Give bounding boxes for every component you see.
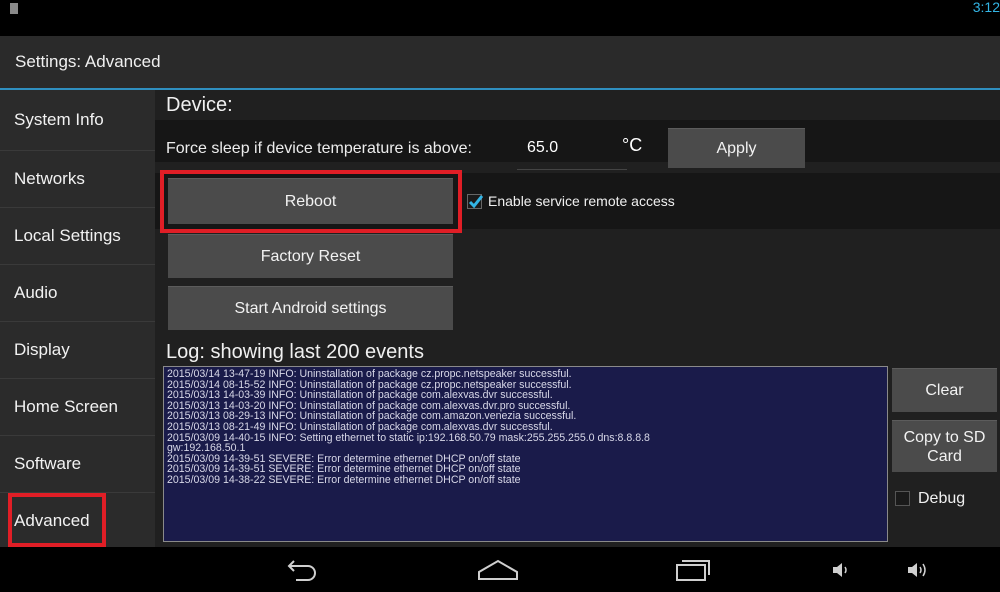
log-heading: Log: showing last 200 events: [166, 341, 424, 363]
sidebar-item-advanced[interactable]: Advanced: [0, 493, 155, 549]
temperature-unit: °C: [622, 135, 643, 155]
status-clock: 3:12: [972, 0, 1000, 15]
sidebar-item-label: Networks: [14, 169, 85, 188]
sidebar-item-label: Advanced: [14, 511, 90, 530]
clear-button-label: Clear: [925, 381, 964, 399]
back-icon[interactable]: [282, 558, 320, 582]
factory-reset-button-label: Factory Reset: [260, 247, 361, 265]
sidebar-item-audio[interactable]: Audio: [0, 265, 155, 322]
log-line: 2015/03/09 14-40-15 INFO: Setting ethern…: [167, 431, 650, 444]
log-line: 2015/03/13 08-21-49 INFO: Uninstallation…: [167, 420, 553, 433]
action-bar: Settings: Advanced: [0, 36, 1000, 90]
checkmark-icon: [468, 195, 484, 209]
page-title: Settings: Advanced: [15, 52, 161, 71]
android-settings-button[interactable]: Start Android settings: [168, 286, 453, 330]
sidebar-item-home-screen[interactable]: Home Screen: [0, 379, 155, 436]
sidebar-item-software[interactable]: Software: [0, 436, 155, 493]
volume-down-icon[interactable]: [830, 560, 852, 580]
remote-access-label: Enable service remote access: [488, 193, 675, 209]
sidebar-item-display[interactable]: Display: [0, 322, 155, 379]
sidebar-item-local-settings[interactable]: Local Settings: [0, 208, 155, 265]
home-icon[interactable]: [476, 558, 520, 582]
sidebar-item-label: System Info: [14, 110, 104, 129]
device-heading: Device:: [166, 94, 233, 116]
sidebar-item-label: Local Settings: [14, 226, 121, 245]
sidebar-item-system-info[interactable]: System Info: [0, 90, 155, 151]
highlight-box: [160, 170, 462, 233]
status-bar: 3:12: [0, 0, 1000, 36]
temperature-input-underline: [517, 169, 627, 170]
debug-label: Debug: [918, 490, 966, 507]
apply-button-label: Apply: [716, 139, 757, 157]
sd-card-icon: [10, 3, 18, 14]
debug-checkbox[interactable]: [895, 491, 910, 506]
log-textarea[interactable]: 2015/03/14 13-47-19 INFO: Uninstallation…: [163, 366, 888, 542]
clear-button[interactable]: Clear: [892, 368, 997, 412]
log-line: 2015/03/14 13-47-19 INFO: Uninstallation…: [167, 368, 572, 380]
apply-button[interactable]: Apply: [668, 128, 805, 168]
copy-label-line-2: Card: [927, 447, 962, 465]
copy-to-sd-button[interactable]: Copy to SD Card: [892, 420, 997, 472]
remote-access-checkbox[interactable]: [467, 194, 484, 209]
android-settings-button-label: Start Android settings: [234, 299, 387, 317]
copy-to-sd-button-label: Copy to SD Card: [892, 428, 997, 466]
sidebar-item-networks[interactable]: Networks: [0, 151, 155, 208]
sidebar-item-label: Software: [14, 454, 82, 473]
sidebar-item-label: Home Screen: [14, 397, 118, 416]
temperature-label: Force sleep if device temperature is abo…: [166, 140, 472, 157]
sidebar: System Info Networks Local Settings Audi…: [0, 90, 155, 547]
sidebar-item-label: Display: [14, 340, 70, 359]
log-line: 2015/03/09 14-38-22 SEVERE: Error determ…: [167, 473, 521, 486]
volume-up-icon[interactable]: [905, 560, 931, 580]
sidebar-item-label: Audio: [14, 283, 58, 302]
factory-reset-button[interactable]: Factory Reset: [168, 234, 453, 278]
copy-label-line-1: Copy to SD: [903, 428, 986, 446]
recents-icon[interactable]: [673, 557, 713, 583]
navigation-bar: [0, 547, 1000, 592]
temperature-input[interactable]: 65.0: [527, 139, 558, 157]
